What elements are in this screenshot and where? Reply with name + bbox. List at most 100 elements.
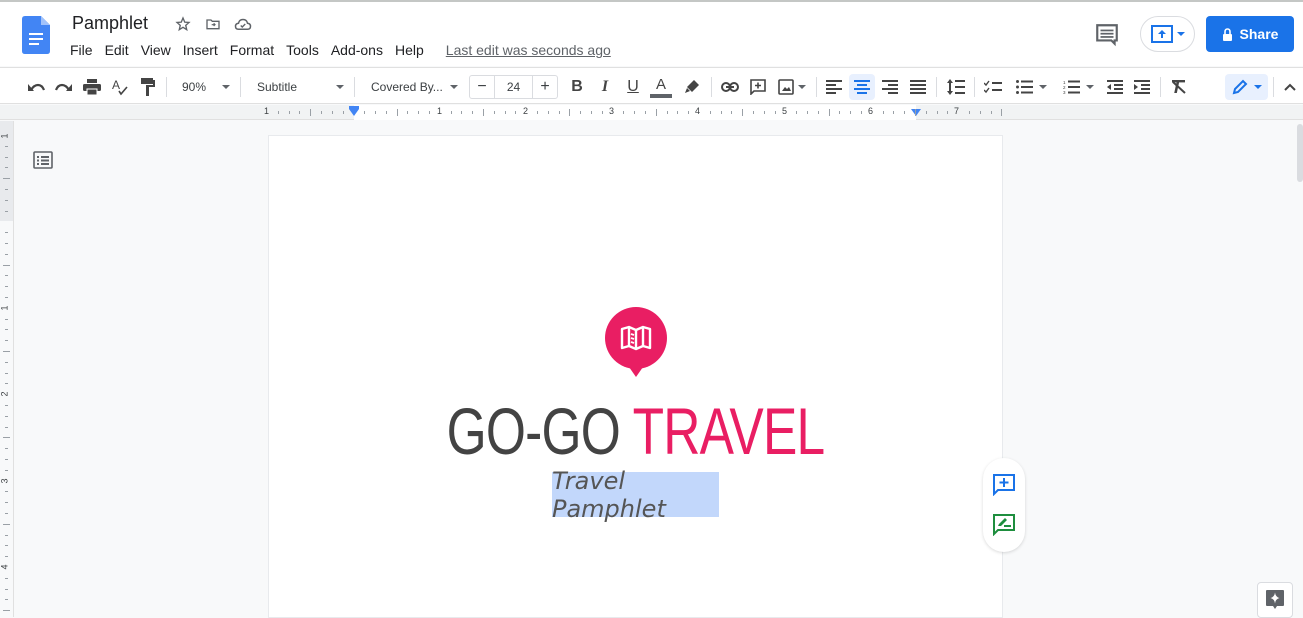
underline-button[interactable]: U — [621, 74, 645, 100]
decrease-font-size-button[interactable]: − — [470, 76, 494, 98]
document-heading[interactable]: GO-GO TRAVEL — [350, 396, 922, 466]
share-button[interactable]: Share — [1206, 16, 1294, 52]
insert-link-button[interactable] — [718, 74, 742, 100]
hide-menus-button[interactable] — [1278, 74, 1302, 100]
menu-help[interactable]: Help — [389, 41, 430, 59]
editing-mode-button[interactable] — [1225, 74, 1268, 100]
increase-indent-button[interactable] — [1130, 74, 1154, 100]
share-label: Share — [1239, 26, 1279, 42]
align-left-button[interactable] — [822, 74, 846, 100]
ruler-tick — [483, 109, 484, 116]
ruler-label: 1 — [437, 106, 443, 116]
ruler-tick — [5, 556, 8, 557]
paint-format-button[interactable] — [136, 74, 160, 100]
present-dropdown-icon — [1176, 32, 1185, 36]
menu-addons[interactable]: Add-ons — [325, 41, 389, 59]
google-docs-icon[interactable] — [22, 16, 50, 54]
explore-button[interactable] — [1257, 582, 1293, 618]
redo-icon — [55, 83, 72, 91]
zoom-value: 90% — [182, 80, 207, 94]
insert-image-button[interactable] — [774, 74, 810, 100]
bold-button[interactable]: B — [565, 74, 589, 100]
ruler-label: 2 — [0, 391, 10, 397]
line-spacing-button[interactable] — [944, 74, 968, 100]
present-icon — [1150, 25, 1173, 43]
ruler-tick — [5, 167, 8, 168]
comment-history-icon[interactable] — [1094, 22, 1120, 48]
increase-font-size-button[interactable]: + — [533, 76, 557, 98]
last-edit-link[interactable]: Last edit was seconds ago — [440, 41, 617, 59]
toolbar-divider — [936, 77, 937, 97]
redo-button[interactable] — [52, 74, 76, 100]
decrease-indent-button[interactable] — [1103, 74, 1127, 100]
checklist-button[interactable] — [981, 74, 1005, 100]
document-outline-icon[interactable] — [33, 150, 53, 170]
ruler-tick — [591, 111, 592, 114]
italic-button[interactable]: I — [593, 74, 617, 100]
align-right-button[interactable] — [878, 74, 902, 100]
highlight-color-button[interactable] — [680, 74, 704, 100]
menu-edit[interactable]: Edit — [99, 41, 135, 59]
numbered-list-button[interactable]: 123 — [1058, 74, 1098, 100]
star-icon[interactable] — [173, 14, 193, 34]
paragraph-style-select[interactable]: Subtitle — [246, 74, 350, 100]
toolbar-divider — [166, 77, 167, 97]
print-button[interactable] — [80, 74, 104, 100]
menu-insert[interactable]: Insert — [177, 41, 224, 59]
bulleted-list-icon — [1015, 80, 1033, 94]
line-spacing-icon — [947, 79, 965, 95]
paragraph-style-value: Subtitle — [257, 80, 298, 94]
ruler-tick — [850, 111, 851, 114]
text-color-button[interactable]: A — [649, 74, 673, 100]
spellcheck-icon: A — [112, 78, 128, 96]
ruler-tick — [310, 109, 311, 116]
ruler-tick — [861, 111, 862, 114]
left-indent-handle[interactable] — [349, 109, 359, 116]
bulleted-list-button[interactable] — [1011, 74, 1051, 100]
clear-formatting-button[interactable] — [1167, 74, 1191, 100]
map-pin-logo — [605, 307, 667, 377]
ruler-tick — [5, 319, 8, 320]
right-indent-handle[interactable] — [911, 109, 921, 116]
vertical-ruler[interactable]: 1 1 2 3 4 — [0, 121, 14, 617]
align-center-button[interactable] — [849, 74, 875, 100]
move-to-folder-icon[interactable] — [203, 14, 223, 34]
ruler-tick — [5, 502, 8, 503]
selected-subtitle[interactable]: Travel Pamphlet — [552, 467, 719, 523]
justify-button[interactable] — [906, 74, 930, 100]
menu-view[interactable]: View — [135, 41, 177, 59]
ruler-tick — [937, 111, 938, 114]
add-comment-button[interactable] — [746, 74, 770, 100]
zoom-select[interactable]: 90% — [172, 74, 236, 100]
ruler-tick — [5, 340, 8, 341]
add-comment-icon[interactable] — [993, 474, 1015, 496]
undo-button[interactable] — [24, 74, 48, 100]
menu-format[interactable]: Format — [224, 41, 280, 59]
toolbar-divider — [974, 77, 975, 97]
cloud-saved-icon[interactable] — [233, 14, 253, 34]
ruler-tick — [1001, 109, 1002, 116]
ruler-tick — [3, 610, 10, 611]
horizontal-ruler[interactable]: 1 1 2 3 4 5 6 7 — [0, 105, 1303, 120]
lock-icon — [1222, 27, 1232, 41]
spellcheck-button[interactable]: A — [108, 74, 132, 100]
suggest-edits-icon[interactable] — [993, 514, 1015, 536]
ruler-tick — [5, 545, 8, 546]
font-value: Covered By... — [371, 80, 443, 94]
ruler-tick — [818, 111, 819, 114]
present-button[interactable] — [1140, 16, 1195, 52]
font-size-input[interactable]: 24 — [494, 76, 533, 98]
document-page[interactable]: GO-GO TRAVEL Travel Pamphlet — [269, 136, 1002, 617]
vertical-scrollbar[interactable] — [1297, 124, 1303, 182]
clear-formatting-icon — [1172, 80, 1186, 94]
menu-tools[interactable]: Tools — [280, 41, 325, 59]
chevron-down-icon — [1038, 85, 1047, 89]
menu-file[interactable]: File — [64, 41, 99, 59]
floating-comment-actions — [983, 458, 1025, 552]
ruler-tick — [5, 535, 8, 536]
doc-title[interactable]: Pamphlet — [72, 13, 148, 34]
font-select[interactable]: Covered By... — [360, 74, 464, 100]
ruler-label: 6 — [868, 106, 874, 116]
toolbar-divider — [1160, 77, 1161, 97]
ruler-tick — [991, 111, 992, 114]
